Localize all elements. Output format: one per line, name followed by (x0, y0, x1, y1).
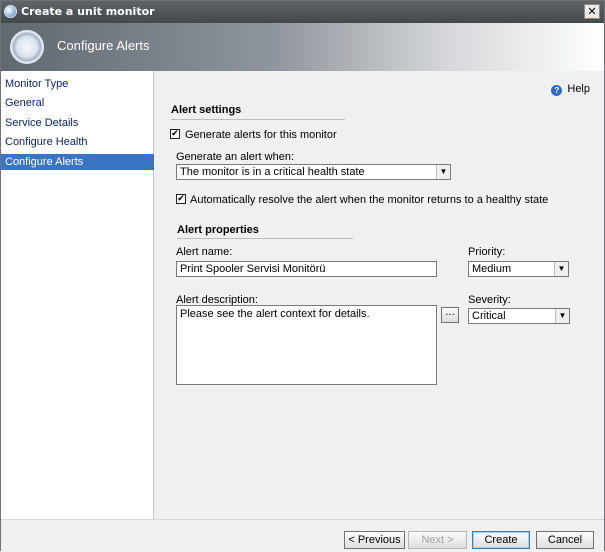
app-icon (4, 5, 17, 18)
page-title: Configure Alerts (57, 38, 150, 53)
alert-name-label: Alert name: (176, 246, 233, 258)
help-icon: ? (551, 85, 563, 96)
next-button[interactable]: Next > (408, 531, 467, 549)
wizard-steps-sidebar: Monitor Type General Service Details Con… (1, 71, 154, 519)
content-panel: ? Help Alert settings ✔ Generate alerts f… (155, 71, 604, 519)
chevron-down-icon: ▼ (436, 165, 450, 179)
help-label: Help (567, 83, 590, 95)
alert-description-textarea[interactable]: Please see the alert context for details… (176, 305, 437, 385)
priority-value: Medium (472, 263, 512, 275)
chevron-down-icon: ▼ (554, 262, 568, 276)
auto-resolve-label: Automatically resolve the alert when the… (190, 194, 549, 206)
sidebar-item-monitor-type[interactable]: Monitor Type (1, 76, 154, 92)
close-button[interactable]: ✕ (584, 4, 600, 19)
priority-dropdown[interactable]: Medium ▼ (468, 261, 569, 277)
wizard-footer: < Previous Next > Create Cancel (1, 519, 604, 552)
generate-when-label: Generate an alert when: (176, 151, 295, 163)
header-banner: Configure Alerts (1, 23, 604, 71)
alert-settings-title: Alert settings (171, 104, 242, 116)
chevron-down-icon: ▼ (555, 309, 569, 323)
title-bar[interactable]: Create a unit monitor ✕ (1, 1, 604, 23)
priority-label: Priority: (468, 246, 506, 258)
sidebar-item-configure-alerts[interactable]: Configure Alerts (1, 154, 154, 170)
alert-properties-title: Alert properties (177, 224, 259, 236)
auto-resolve-checkbox[interactable]: ✔ (176, 194, 186, 204)
section-divider (171, 119, 345, 120)
close-icon: ✕ (587, 5, 597, 18)
severity-dropdown[interactable]: Critical ▼ (468, 308, 570, 324)
severity-label: Severity: (468, 294, 511, 306)
severity-value: Critical (472, 310, 506, 322)
sidebar-item-configure-health[interactable]: Configure Health (1, 134, 154, 150)
description-expand-button[interactable]: ... (441, 307, 459, 323)
sidebar-item-service-details[interactable]: Service Details (1, 115, 154, 131)
create-button[interactable]: Create (472, 531, 530, 549)
generate-alerts-checkbox[interactable]: ✔ (170, 129, 180, 139)
previous-button[interactable]: < Previous (344, 531, 405, 549)
section-divider (177, 238, 353, 239)
window-title: Create a unit monitor (21, 5, 155, 18)
help-link[interactable]: ? Help (551, 83, 590, 96)
alert-name-input[interactable]: Print Spooler Servisi Monitörü (176, 261, 437, 277)
generate-alerts-label: Generate alerts for this monitor (185, 129, 337, 141)
sidebar-item-general[interactable]: General (1, 95, 154, 111)
generate-when-value: The monitor is in a critical health stat… (180, 166, 365, 178)
monitor-ring-icon (10, 30, 44, 64)
cancel-button[interactable]: Cancel (536, 531, 594, 549)
generate-when-dropdown[interactable]: The monitor is in a critical health stat… (176, 164, 451, 180)
dialog-window: Create a unit monitor ✕ Configure Alerts… (0, 0, 605, 552)
